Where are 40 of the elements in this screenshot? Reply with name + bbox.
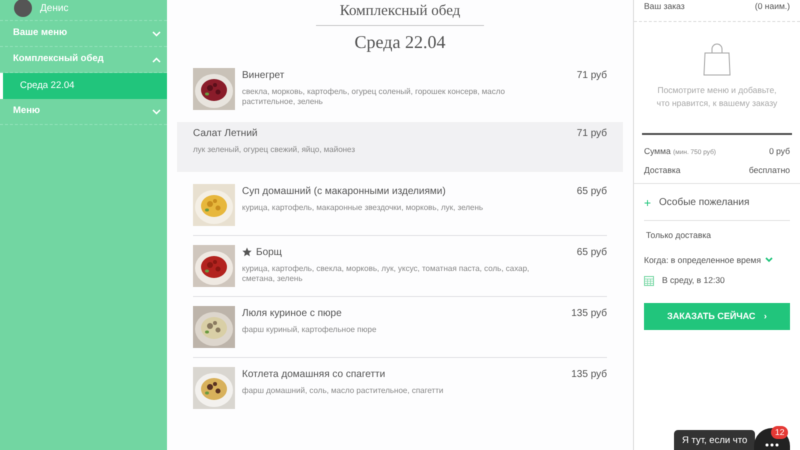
day-heading: Среда 22.04 bbox=[354, 32, 446, 54]
dish-description: курица, картофель, макаронные звездочки, морковь, лук, зелень bbox=[242, 202, 484, 213]
user-name: Денис bbox=[40, 2, 68, 16]
dish-price: 71 руб bbox=[576, 126, 607, 141]
delivery-mode: Только доставка bbox=[645, 228, 712, 242]
dish-description: фарш куриный, картофельное пюре bbox=[242, 324, 378, 335]
dish-price: 135 руб bbox=[570, 368, 607, 382]
dish-name[interactable]: Суп домашний (с макаронными изделиями) bbox=[242, 184, 446, 199]
empty-cart-message: Посмотрите меню и добавьте, что нравится, к вашему заказу bbox=[656, 84, 778, 110]
dish-name[interactable]: Винегрет bbox=[242, 68, 284, 83]
dish-name[interactable]: Борщ bbox=[256, 244, 282, 260]
sum-label: Сумма bbox=[644, 146, 671, 156]
menu-title: Комплексный обед bbox=[338, 2, 462, 20]
special-wishes-link[interactable]: Особые пожелания bbox=[659, 195, 750, 210]
dish-description: лук зеленый, огурец свежий, яйцо, майонез bbox=[193, 144, 356, 155]
dish-description: курица, картофель, свекла, морковь, лук, уксус, томатная паста, соль, сахар, сметана, зелень bbox=[242, 264, 530, 284]
chevron-icon bbox=[765, 256, 773, 263]
dish-name[interactable]: Котлета домашняя со спагетти bbox=[242, 366, 386, 382]
order-title: Ваш заказ bbox=[644, 0, 685, 13]
order-count: (0 наим.) bbox=[754, 0, 790, 13]
dots-icon bbox=[765, 443, 779, 447]
calendar-icon bbox=[644, 276, 654, 286]
delivery-label: Доставка bbox=[644, 164, 681, 177]
plus-icon: + bbox=[644, 194, 652, 212]
avatar bbox=[14, 0, 32, 17]
sum-value: 0 руб bbox=[769, 145, 790, 158]
dish-price: 65 руб bbox=[576, 246, 607, 260]
delivery-time-dropdown[interactable]: Когда: в определенное время bbox=[644, 254, 761, 266]
chat-tooltip: Я тут, если что bbox=[674, 430, 756, 450]
dish-name[interactable]: Салат Летний bbox=[193, 126, 258, 141]
dish-description: фарш домашний, соль, масло растительное, спагетти bbox=[242, 386, 444, 396]
dish-description: свекла, морковь, картофель, огурец соленый, горошек консерв, масло растительное, зелень bbox=[242, 86, 506, 108]
delivery-date: В среду, в 12:30 bbox=[662, 274, 725, 287]
dish-name[interactable]: Люля куриное с пюре bbox=[242, 306, 342, 321]
dish-price: 71 руб bbox=[576, 68, 607, 83]
notification-badge: 12 bbox=[771, 426, 788, 439]
delivery-value: бесплатно bbox=[748, 164, 790, 177]
shopping-bag-icon bbox=[702, 42, 732, 76]
dish-price: 135 руб bbox=[570, 306, 607, 321]
dish-price: 65 руб bbox=[576, 184, 607, 199]
